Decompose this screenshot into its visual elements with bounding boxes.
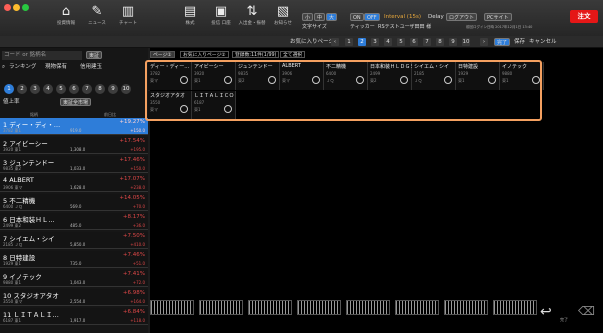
notice-nav[interactable]: ▧ お知らせ — [267, 4, 299, 26]
ranking-page-1[interactable]: 1 — [4, 84, 14, 94]
page-button-5[interactable]: 5 — [397, 38, 405, 46]
zoom-window-icon[interactable] — [22, 4, 29, 11]
news-icon: ✎ — [91, 4, 103, 19]
page-button-2[interactable]: 2 — [358, 38, 366, 46]
minimize-window-icon[interactable] — [13, 4, 20, 11]
list-item[interactable]: 11 ＬＩＴＡＬＩ… +6.84% 6187 東1 1,917.0 +118.0 — [0, 308, 148, 325]
ranking-page-4[interactable]: 4 — [43, 84, 53, 94]
page-button-3[interactable]: 3 — [371, 38, 379, 46]
home-nav[interactable]: ⌂ 投資情報 — [50, 4, 82, 26]
transfer-nav[interactable]: ⇅ 入出金・振替 — [236, 4, 268, 26]
page-button-9[interactable]: 9 — [449, 38, 457, 46]
list-item[interactable]: 5 不二精機 +14.05% 6400 ＪＱ 569.0 +70.0 — [0, 194, 148, 211]
ranking-page-6[interactable]: 6 — [69, 84, 79, 94]
ranking-page-3[interactable]: 3 — [30, 84, 40, 94]
pc-site-button[interactable]: PCサイト — [484, 13, 512, 21]
market-select[interactable]: 東証 — [86, 51, 103, 59]
favorite-page-label: お気に入りページ — [290, 39, 334, 45]
mini-chart — [199, 300, 243, 315]
font-size-large[interactable]: 大 — [326, 13, 338, 21]
fund-nav[interactable]: ▣ 投信 口座 — [205, 4, 237, 26]
chart-nav[interactable]: ▥ チャート — [112, 4, 144, 26]
close-window-icon[interactable] — [4, 4, 11, 11]
font-size-label: 文字サイズ — [302, 24, 327, 30]
list-item[interactable]: 9 イノテック +7.41% 9880 東1 1,043.0 +72.0 — [0, 270, 148, 287]
page-button-8[interactable]: 8 — [436, 38, 444, 46]
font-size-small[interactable]: 小 — [302, 13, 314, 21]
cancel-button[interactable]: キャンセル — [529, 38, 557, 46]
ranking-page-10[interactable]: 10 — [121, 84, 131, 94]
tab-holdings[interactable]: 現物保有 — [45, 63, 67, 72]
page-button-10[interactable]: 10 — [462, 38, 470, 46]
main-tab-4[interactable]: 全て選択 — [280, 51, 306, 58]
delay-label[interactable]: Delay — [428, 13, 444, 21]
list-item[interactable]: 2 アイビーシー +17.54% 3920 東1 1,308.0 +195.0 — [0, 137, 148, 154]
list-item[interactable]: 4 ALBERT +17.07% 3906 東マ 1,628.0 +238.0 — [0, 175, 148, 192]
mini-chart — [150, 300, 194, 315]
fund-icon: ▣ — [214, 4, 228, 19]
mini-chart — [444, 300, 488, 315]
selection-frame — [145, 60, 542, 121]
page-button-7[interactable]: 7 — [423, 38, 431, 46]
list-item[interactable]: 3 ジュンテンドー +17.46% 9835 東2 1,033.0 +150.0 — [0, 156, 148, 173]
search-icon[interactable]: ⌕ — [2, 63, 5, 72]
save-button[interactable]: 保存 — [514, 38, 525, 46]
ranking-page-2[interactable]: 2 — [17, 84, 27, 94]
page-button-4[interactable]: 4 — [384, 38, 392, 46]
ranking-page-9[interactable]: 9 — [108, 84, 118, 94]
mini-chart — [395, 300, 439, 315]
list-item[interactable]: 8 日特建設 +7.46% 1929 東1 735.0 +51.0 — [0, 251, 148, 268]
news-nav[interactable]: ✎ ニュース — [81, 4, 113, 26]
order-button[interactable]: 注文 — [570, 10, 598, 23]
page-button-1[interactable]: 1 — [345, 38, 353, 46]
mini-chart — [297, 300, 341, 315]
mini-chart — [346, 300, 390, 315]
return-icon[interactable]: ↩ — [540, 304, 552, 320]
main-tab-2[interactable]: お気に入りページ② — [180, 51, 229, 58]
logout-button[interactable]: ログアウト — [446, 13, 478, 21]
interval-label[interactable]: Interval (15s) — [384, 13, 421, 21]
ranking-page-8[interactable]: 8 — [95, 84, 105, 94]
prev-page-icon[interactable]: ‹ — [331, 38, 339, 46]
sort-label[interactable]: 値上率 — [3, 98, 20, 107]
user-name: RSテストユーザ田田 様 — [378, 24, 432, 30]
ranking-page-7[interactable]: 7 — [82, 84, 92, 94]
chart-icon: ▥ — [121, 4, 135, 19]
mini-chart — [493, 300, 537, 315]
ticker-label: ティッカー — [350, 24, 375, 30]
return-label: 完了 — [560, 317, 568, 322]
search-input[interactable]: コード or 銘柄名 — [2, 51, 82, 60]
market-filter[interactable]: 東証全市場 — [60, 98, 92, 106]
tab-ranking[interactable]: ランキング — [9, 63, 36, 72]
mini-chart — [248, 300, 292, 315]
trash-icon[interactable]: ⌫ — [578, 304, 595, 318]
done-button[interactable]: 完了 — [494, 38, 511, 46]
tab-margin[interactable]: 信用建玉 — [80, 63, 102, 72]
ticker-on[interactable]: ON — [350, 13, 364, 21]
home-icon: ⌂ — [61, 4, 71, 19]
main-tab-3[interactable]: 登録数:11件(1/99) — [232, 51, 280, 58]
transfer-icon: ⇅ — [246, 4, 258, 19]
login-info: 前回ログイン日時 2017年12月1日 13:40 — [466, 25, 533, 29]
book-nav[interactable]: ▤ 株式 — [174, 4, 206, 26]
font-size-medium[interactable]: 中 — [314, 13, 326, 21]
ranking-page-5[interactable]: 5 — [56, 84, 66, 94]
list-item[interactable]: 7 シイエム・シイ +7.50% 2185 ＪＱ 5,850.0 +410.0 — [0, 232, 148, 249]
book-icon: ▤ — [183, 4, 197, 19]
list-item[interactable]: 6 日本和装ＨＬ… +8.17% 2499 東2 485.0 +36.0 — [0, 213, 148, 230]
page-button-6[interactable]: 6 — [410, 38, 418, 46]
list-item[interactable]: 1 ディー・ディ・… +19.27% 3782 東1 919.0 +150.0 — [0, 118, 148, 135]
main-tab-1[interactable]: ページ① — [150, 51, 175, 58]
next-page-icon[interactable]: › — [480, 38, 488, 46]
ticker-off[interactable]: OFF — [364, 13, 380, 21]
list-item[interactable]: 10 スタジオアタオ +6.98% 3550 東マ 2,554.0 +164.0 — [0, 289, 148, 306]
notice-icon: ▧ — [276, 4, 290, 19]
